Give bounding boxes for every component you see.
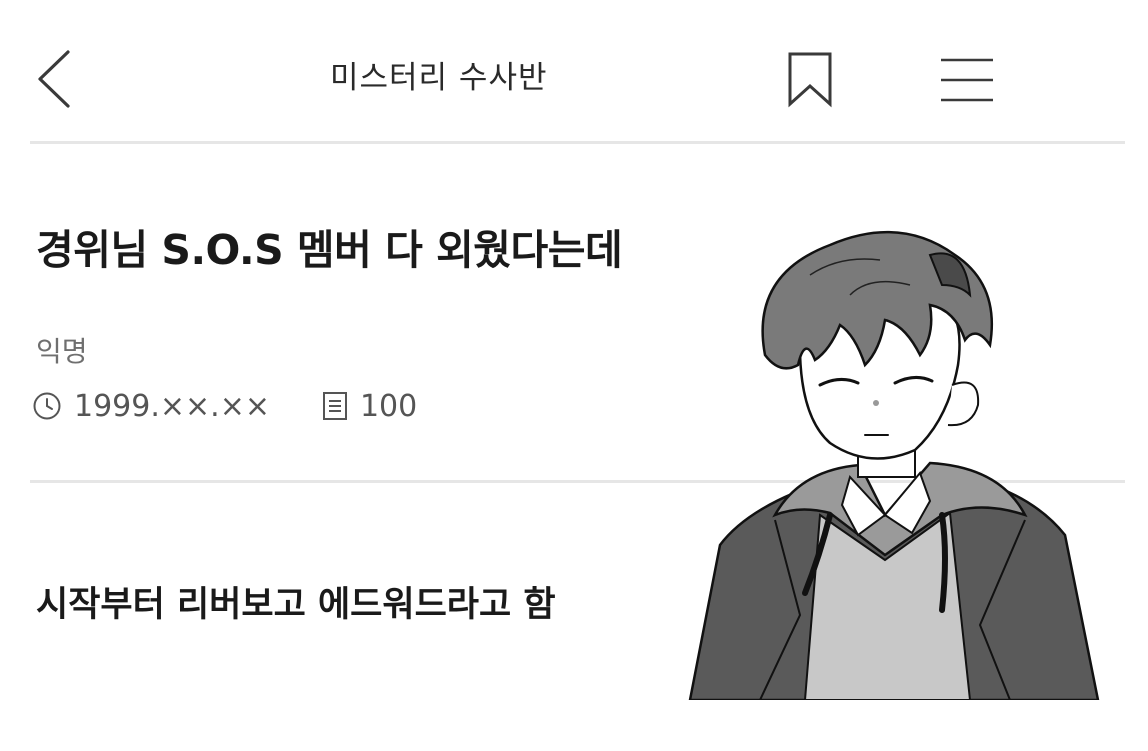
menu-button[interactable] xyxy=(938,54,996,106)
chevron-left-icon xyxy=(38,50,70,108)
post-title: 경위님 S.O.S 멤버 다 외웠다는데 xyxy=(36,226,623,274)
post-date: 1999.××.×× xyxy=(74,388,270,424)
header-divider xyxy=(30,141,1125,144)
clock-icon xyxy=(33,392,61,420)
post-views-count: 100 xyxy=(359,388,418,424)
bookmark-icon xyxy=(788,52,832,108)
post-body: 시작부터 리버보고 에드워드라고 함 xyxy=(36,585,556,625)
top-navigation-bar: 미스터리 수사반 xyxy=(0,0,1148,142)
back-button[interactable] xyxy=(30,48,80,110)
bookmark-button[interactable] xyxy=(784,50,838,110)
post-meta: 1999.××.×× 100 xyxy=(32,388,417,424)
document-list-icon xyxy=(322,392,347,420)
character-illustration xyxy=(688,230,1100,700)
post-views: 100 xyxy=(322,389,417,424)
page-title: 미스터리 수사반 xyxy=(330,60,548,96)
hamburger-menu-icon xyxy=(941,58,993,102)
post-author: 익명 xyxy=(36,335,88,368)
